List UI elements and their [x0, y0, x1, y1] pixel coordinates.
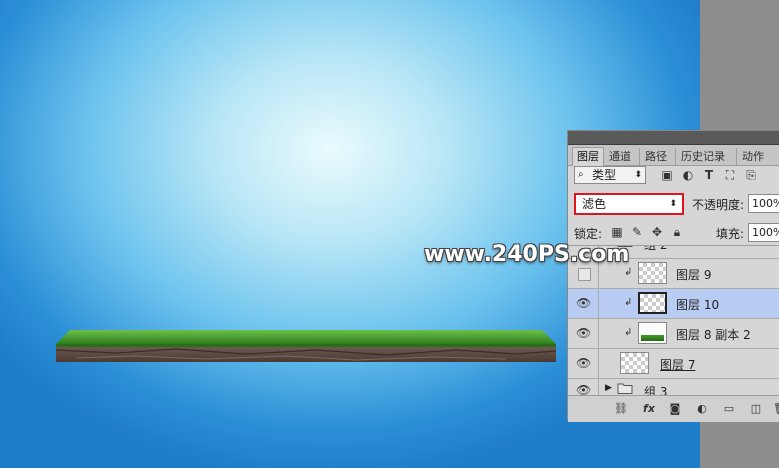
panel-tabs: 图层 通道 路径 历史记录 动作 [568, 145, 779, 166]
blend-mode-label: 滤色 [582, 197, 607, 211]
panel-titlebar[interactable] [568, 131, 779, 145]
clip-arrow-icon: ↲ [624, 297, 633, 308]
blend-mode-select[interactable]: 滤色 ⬍ [574, 193, 684, 215]
filter-type-label: 类型 [592, 168, 617, 182]
tab-history[interactable]: 历史记录 [677, 148, 737, 165]
layer-thumbnail [638, 322, 667, 344]
chevron-updown-icon: ⬍ [669, 199, 677, 209]
layer-name: 组 2 [644, 245, 668, 252]
filter-type-select[interactable]: ⌕ 类型 ⬍ [574, 166, 646, 184]
fx-icon[interactable]: fx [642, 402, 656, 416]
folder-icon [617, 383, 633, 394]
new-group-icon[interactable]: ▭ [722, 402, 736, 416]
panel-bottom-toolbar: ⛓︎ fx ◙ ◐ ▭ ◫ 🗑︎ [568, 395, 779, 422]
visibility-toggle[interactable]: 👁︎ [568, 379, 599, 396]
grass-island-image [56, 326, 556, 366]
layer-thumbnail [620, 352, 649, 374]
layers-list: 组 2 ↲ 图层 9 👁︎ ↲ 图层 10 👁︎ ↲ 图层 8 副本 2 👁︎ … [568, 245, 779, 396]
layer-name: 图层 10 [676, 298, 720, 312]
new-layer-icon[interactable]: ◫ [749, 402, 763, 416]
layer-name: 图层 9 [676, 268, 712, 282]
mask-icon[interactable]: ◙ [668, 402, 682, 416]
smart-object-filter-icon[interactable]: ⎘ [744, 168, 758, 182]
lock-label: 锁定: [574, 227, 603, 241]
visibility-toggle[interactable]: 👁︎ [568, 349, 599, 378]
visibility-off-icon [578, 268, 591, 281]
layer-row-8-copy-2[interactable]: 👁︎ ↲ 图层 8 副本 2 [568, 319, 779, 349]
clip-arrow-icon: ↲ [624, 327, 633, 338]
chevron-updown-icon: ⬍ [634, 170, 642, 180]
watermark-text: www.240PS.com [424, 242, 630, 267]
layer-name: 图层 8 副本 2 [676, 328, 751, 342]
opacity-input[interactable]: 100% [748, 194, 779, 213]
fill-label: 填充: [716, 227, 745, 241]
tab-paths[interactable]: 路径 [641, 148, 676, 165]
tab-channels[interactable]: 通道 [605, 148, 640, 165]
lock-all-icon[interactable]: 🔒︎ [670, 225, 684, 239]
search-icon: ⌕ [578, 169, 584, 180]
lock-transparent-icon[interactable]: ▦ [610, 225, 624, 239]
fill-input[interactable]: 100% [748, 223, 779, 242]
eye-icon: 👁︎ [576, 296, 592, 310]
adjustment-icon[interactable]: ◐ [695, 402, 709, 416]
visibility-toggle[interactable]: 👁︎ [568, 289, 599, 318]
trash-icon[interactable]: 🗑︎ [773, 402, 779, 416]
eye-icon: 👁︎ [576, 326, 592, 340]
lock-brush-icon[interactable]: ✎ [630, 225, 644, 239]
tab-actions[interactable]: 动作 [738, 148, 779, 165]
layers-panel: 图层 通道 路径 历史记录 动作 ⌕ 类型 ⬍ ▣ ◐ T ⛶ ⎘ 滤色 ⬍ 不… [567, 130, 779, 422]
layer-thumbnail [638, 292, 667, 314]
visibility-toggle[interactable]: 👁︎ [568, 319, 599, 348]
shape-filter-icon[interactable]: ⛶ [723, 168, 737, 182]
type-filter-icon[interactable]: T [702, 168, 716, 182]
layer-name: 图层 7 [660, 358, 696, 372]
eye-icon: 👁︎ [576, 356, 592, 370]
layer-row-group-3[interactable]: 👁︎ ▶ 组 3 [568, 379, 779, 396]
adjustment-filter-icon[interactable]: ◐ [681, 168, 695, 182]
layer-thumbnail [638, 262, 667, 284]
layer-row-10[interactable]: 👁︎ ↲ 图层 10 [568, 289, 779, 319]
image-filter-icon[interactable]: ▣ [660, 168, 674, 182]
layer-row-7[interactable]: 👁︎ 图层 7 [568, 349, 779, 379]
clip-arrow-icon: ↲ [624, 267, 633, 278]
lock-move-icon[interactable]: ✥ [650, 225, 664, 239]
opacity-label: 不透明度: [692, 198, 745, 212]
link-icon[interactable]: ⛓︎ [614, 402, 628, 416]
expand-arrow-icon[interactable]: ▶ [605, 383, 612, 393]
